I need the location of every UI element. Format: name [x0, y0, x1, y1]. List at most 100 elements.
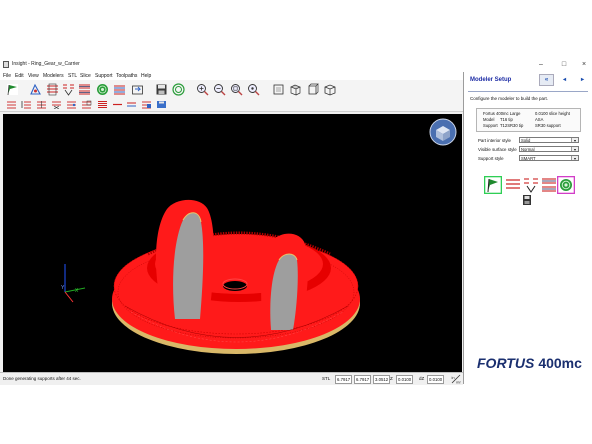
svg-text:in: in — [452, 375, 455, 380]
green-sphere-icon[interactable] — [172, 83, 185, 96]
menu-stl[interactable]: STL — [68, 73, 77, 79]
view-side-icon[interactable] — [306, 83, 319, 96]
slice-icon[interactable] — [46, 83, 59, 96]
model-viewport[interactable]: X Y — [3, 114, 462, 372]
support-style-value: SMART — [521, 156, 536, 161]
part-interior-value: Solid — [521, 138, 531, 143]
zoom-in-icon[interactable] — [196, 83, 209, 96]
logo-model: 400mc — [538, 355, 582, 371]
visible-surface-select[interactable]: Normal ▾ — [519, 146, 579, 152]
svg-text:mm: mm — [456, 380, 461, 385]
window-title: Insight - Ring_Gear_w_Carrier — [12, 61, 80, 67]
menu-slice[interactable]: Slice — [80, 73, 91, 79]
toolpaths-panel-icon[interactable] — [540, 176, 558, 194]
view-top-icon[interactable] — [289, 83, 302, 96]
panel-subtitle: Configure the modeler to build the part. — [470, 96, 549, 101]
maximize-button[interactable]: □ — [557, 60, 571, 70]
stl-orient-icon[interactable] — [29, 83, 42, 96]
app-icon — [3, 61, 9, 68]
nav-prev-button[interactable]: ◂ — [557, 74, 572, 86]
menu-file[interactable]: File — [3, 73, 11, 79]
modeler-info-box[interactable]: Fortus 400mc Large 0.0100 slice height M… — [476, 108, 581, 132]
status-message: Done generating supports after 44 sec. — [3, 376, 81, 381]
fortus-logo: FORTUS 400mc — [477, 355, 582, 371]
chevron-down-icon: ▾ — [571, 147, 578, 152]
panel-divider — [468, 91, 588, 92]
layer-up-icon[interactable] — [6, 100, 17, 109]
status-y-value: 6.7917 — [354, 375, 372, 384]
status-dz-label: dZ — [419, 376, 425, 381]
part-interior-label: Part interior style — [478, 138, 511, 143]
visible-surface-label: Visible surface style — [478, 147, 517, 152]
part-interior-select[interactable]: Solid ▾ — [519, 137, 579, 143]
close-button[interactable]: × — [577, 60, 591, 70]
support-material: SR30 support — [535, 123, 561, 128]
view-front-icon[interactable] — [272, 83, 285, 96]
panel-title: Modeler Setup — [470, 77, 512, 83]
toolpath-offset-icon[interactable] — [126, 100, 137, 109]
zoom-fit-icon[interactable] — [230, 83, 243, 96]
send-job-icon[interactable] — [521, 194, 533, 206]
visible-surface-value: Normal — [521, 147, 535, 152]
chevron-down-icon: ▾ — [571, 156, 578, 161]
menu-support[interactable]: Support — [95, 73, 113, 79]
axis-y-label: Y — [61, 285, 65, 291]
nav-first-button[interactable]: « — [539, 74, 554, 86]
view-iso-icon[interactable] — [323, 83, 336, 96]
toolpath-stack-icon[interactable] — [97, 100, 108, 109]
status-bar: Done generating supports after 44 sec. S… — [0, 372, 463, 385]
main-toolbar — [0, 80, 463, 98]
menu-edit[interactable]: Edit — [15, 73, 24, 79]
support-style-select[interactable]: SMART ▾ — [519, 155, 579, 161]
menu-help[interactable]: Help — [141, 73, 151, 79]
minimize-button[interactable]: – — [534, 60, 548, 70]
support-style-label: Support style — [478, 156, 504, 161]
axis-triad — [64, 264, 86, 303]
toolpath-line-icon[interactable] — [112, 100, 123, 109]
modeler-setup-flag-icon[interactable] — [6, 83, 19, 96]
chevron-down-icon: ▾ — [571, 138, 578, 143]
status-z-label: Z — [390, 376, 393, 381]
curve-copy-icon[interactable] — [81, 100, 92, 109]
layer-view-icon[interactable] — [113, 83, 126, 96]
menu-view[interactable]: View — [28, 73, 39, 79]
nav-next-button[interactable]: ▸ — [575, 74, 590, 86]
units-toggle-icon[interactable]: inmm — [451, 374, 463, 385]
send-to-modeler-icon[interactable] — [131, 83, 144, 96]
status-x-value: 6.7917 — [335, 375, 353, 384]
zoom-out-icon[interactable] — [213, 83, 226, 96]
model-tip: T16 tip — [500, 117, 513, 122]
toolpaths-icon[interactable] — [78, 83, 91, 96]
toolpath-save-icon[interactable] — [156, 100, 167, 109]
save-icon[interactable] — [155, 83, 168, 96]
layer-down-icon[interactable] — [21, 100, 32, 109]
build-panel-icon[interactable] — [557, 176, 575, 194]
modeler-setup-flag-icon[interactable] — [484, 176, 502, 194]
curve-edit-icon[interactable] — [66, 100, 77, 109]
toolpath-open-icon[interactable] — [141, 100, 152, 109]
menu-bar: File Edit View Modelers STL Slice Suppor… — [0, 72, 463, 80]
model-material: ASA — [535, 117, 544, 122]
status-z-small: 3.0512 — [373, 375, 391, 384]
menu-modelers[interactable]: Modelers — [43, 73, 64, 79]
ring-gear-model[interactable] — [112, 199, 360, 354]
title-bar: Insight - Ring_Gear_w_Carrier – □ × — [0, 58, 592, 72]
menu-toolpaths[interactable]: Toolpaths — [116, 73, 137, 79]
model-label: Model — [483, 117, 495, 122]
curve-select-icon[interactable] — [36, 100, 47, 109]
logo-brand: FORTUS — [477, 355, 535, 371]
curve-delete-icon[interactable] — [51, 100, 62, 109]
support-tip: T12SR30 tip — [500, 123, 524, 128]
slice-panel-icon[interactable] — [504, 176, 522, 194]
status-dz-value: 0.0100 — [427, 375, 445, 384]
orientation-cube-icon[interactable] — [429, 118, 457, 146]
insight-window: Insight - Ring_Gear_w_Carrier – □ × File… — [0, 58, 592, 385]
status-unit: STL — [322, 376, 331, 381]
supports-icon[interactable] — [62, 83, 75, 96]
zoom-window-icon[interactable] — [247, 83, 260, 96]
supports-panel-icon[interactable] — [522, 176, 540, 194]
modeler-setup-panel: Modeler Setup « ◂ ▸ Configure the modele… — [463, 72, 592, 384]
build-sphere-icon[interactable] — [96, 83, 109, 96]
machine-name: Fortus 400mc Large — [483, 111, 521, 116]
secondary-toolbar: 0.0000 0.0000 Z 0.0100 Layer 6 of 310 — [0, 98, 463, 149]
